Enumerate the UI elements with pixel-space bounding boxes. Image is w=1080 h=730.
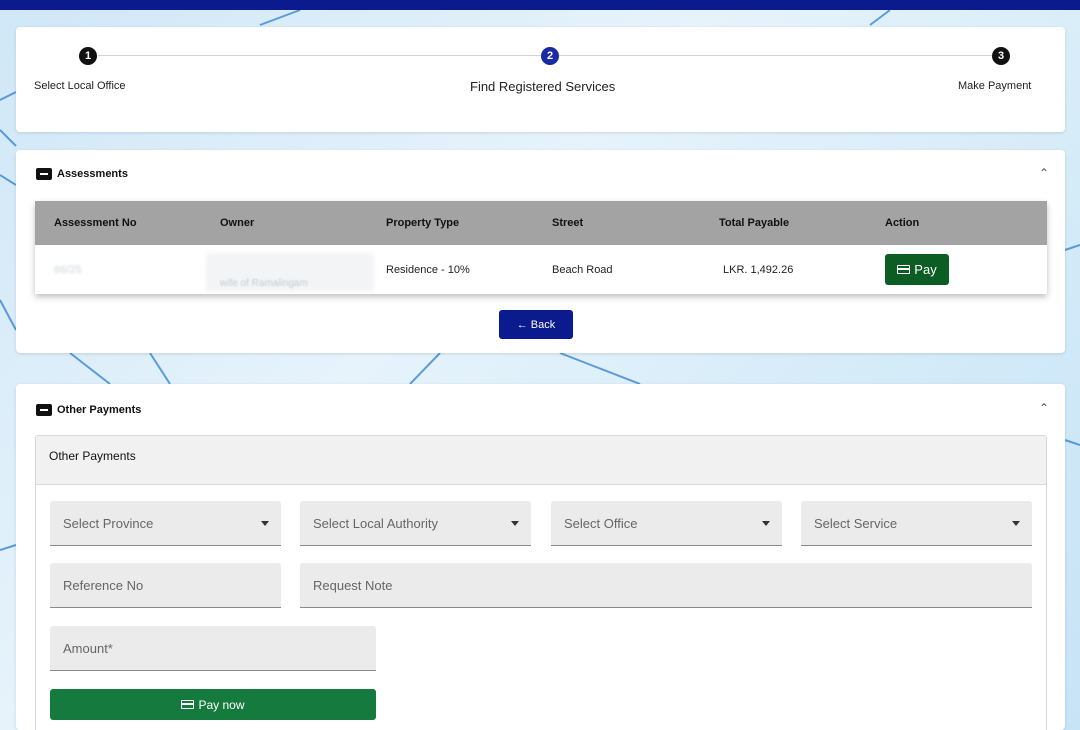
form-header: Other Payments bbox=[36, 436, 1046, 485]
property-type-cell: Residence - 10% bbox=[386, 264, 470, 276]
request-note-placeholder: Request Note bbox=[313, 578, 393, 593]
dropdown-arrow-icon bbox=[511, 521, 519, 526]
office-placeholder: Select Office bbox=[564, 516, 638, 531]
assessments-title: Assessments bbox=[57, 168, 128, 180]
table-header: Assessment No Owner Property Type Street… bbox=[35, 201, 1047, 245]
street-cell: Beach Road bbox=[552, 264, 613, 276]
column-header: Action bbox=[885, 217, 920, 229]
folder-icon bbox=[36, 404, 52, 416]
assessments-header[interactable]: Assessments bbox=[36, 168, 128, 180]
collapse-chevron-icon[interactable]: ⌃ bbox=[1039, 401, 1049, 415]
other-payments-panel: Other Payments ⌃ Other Payments Select P… bbox=[16, 384, 1065, 730]
office-select[interactable]: Select Office bbox=[551, 501, 782, 546]
dropdown-arrow-icon bbox=[762, 521, 770, 526]
other-payments-header[interactable]: Other Payments bbox=[36, 404, 141, 416]
dropdown-arrow-icon bbox=[261, 521, 269, 526]
column-header: Assessment No bbox=[54, 217, 137, 229]
assessments-panel: Assessments ⌃ Assessment No Owner Proper… bbox=[16, 150, 1065, 353]
step-1-indicator: 1 bbox=[79, 47, 97, 65]
stepper-connector bbox=[559, 55, 992, 56]
form-title: Other Payments bbox=[49, 449, 136, 463]
folder-icon bbox=[36, 168, 52, 180]
stepper-connector bbox=[98, 55, 541, 56]
pay-now-button[interactable]: Pay now bbox=[50, 689, 376, 720]
local-authority-select[interactable]: Select Local Authority bbox=[300, 501, 531, 546]
step-2-label: Find Registered Services bbox=[470, 79, 616, 94]
other-payments-form: Other Payments Select Province Select Lo… bbox=[35, 435, 1047, 730]
dropdown-arrow-icon bbox=[1012, 521, 1020, 526]
service-placeholder: Select Service bbox=[814, 516, 898, 531]
credit-card-icon bbox=[897, 265, 911, 274]
pay-button-label: Pay bbox=[914, 262, 937, 277]
step-1-label: Select Local Office bbox=[34, 80, 126, 92]
step-3-indicator: 3 bbox=[992, 47, 1010, 65]
progress-stepper: 1 2 3 Select Local Office Find Registere… bbox=[16, 27, 1065, 132]
amount-placeholder: Amount* bbox=[63, 641, 113, 656]
step-2-indicator: 2 bbox=[541, 47, 559, 65]
reference-no-placeholder: Reference No bbox=[63, 578, 144, 593]
assessments-table: Assessment No Owner Property Type Street… bbox=[35, 201, 1047, 294]
collapse-chevron-icon[interactable]: ⌃ bbox=[1039, 166, 1049, 180]
pay-button[interactable]: Pay bbox=[885, 254, 949, 285]
reference-no-input[interactable]: Reference No bbox=[50, 563, 281, 608]
column-header: Property Type bbox=[386, 217, 460, 229]
credit-card-icon bbox=[181, 700, 195, 709]
assessment-no-cell: 66/25 bbox=[54, 264, 82, 276]
top-header-bar bbox=[0, 0, 1080, 10]
back-button[interactable]: ← Back bbox=[499, 310, 573, 339]
request-note-input[interactable]: Request Note bbox=[300, 563, 1032, 608]
local-authority-placeholder: Select Local Authority bbox=[313, 516, 439, 531]
service-select[interactable]: Select Service bbox=[801, 501, 1032, 546]
back-button-label: ← Back bbox=[516, 318, 556, 331]
column-header: Total Payable bbox=[719, 217, 790, 229]
pay-now-label: Pay now bbox=[198, 697, 245, 712]
owner-cell: wife of Ramalingam bbox=[220, 278, 308, 289]
amount-input[interactable]: Amount* bbox=[50, 626, 376, 671]
total-payable-cell: LKR. 1,492.26 bbox=[723, 264, 794, 276]
column-header: Street bbox=[552, 217, 584, 229]
column-header: Owner bbox=[220, 217, 255, 229]
province-placeholder: Select Province bbox=[63, 516, 154, 531]
province-select[interactable]: Select Province bbox=[50, 501, 281, 546]
table-row: 66/25 wife of Ramalingam Residence - 10%… bbox=[35, 245, 1047, 294]
other-payments-title: Other Payments bbox=[57, 404, 142, 416]
step-3-label: Make Payment bbox=[958, 80, 1032, 92]
